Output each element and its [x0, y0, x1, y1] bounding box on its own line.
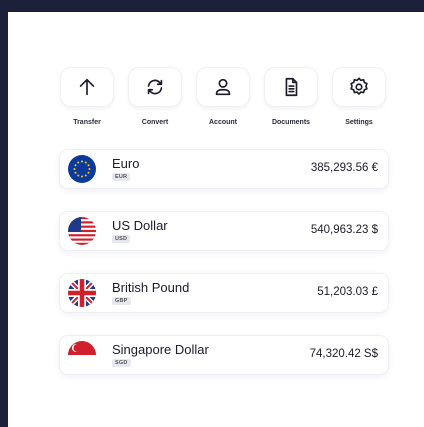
arrow-up-icon	[79, 78, 95, 96]
currency-name: Euro	[112, 156, 140, 171]
currency-code-badge: SGD	[112, 359, 131, 367]
currency-row-sgd[interactable]: Singapore Dollar SGD 74,320.42 S$	[60, 336, 388, 374]
currency-code-badge: GBP	[112, 297, 131, 305]
currency-balance: 540,963.23 $	[310, 224, 378, 236]
eu-flag-icon	[68, 155, 96, 183]
transfer-button[interactable]	[61, 68, 113, 106]
convert-icon	[147, 79, 163, 95]
currency-balance: 51,203.03 £	[317, 286, 378, 298]
settings-action[interactable]: Settings	[330, 68, 388, 138]
currency-row-gbp[interactable]: British Pound GBP 51,203.03 £	[60, 274, 388, 312]
account-button[interactable]	[197, 68, 249, 106]
documents-action[interactable]: Documents	[262, 68, 320, 138]
currency-name: British Pound	[112, 280, 190, 295]
us-flag-icon	[68, 217, 96, 245]
account-label: Account	[209, 119, 237, 126]
currency-code-badge: USD	[112, 235, 131, 243]
convert-action[interactable]: Convert	[126, 68, 184, 138]
currency-row-usd[interactable]: US Dollar USD 540,963.23 $	[60, 212, 388, 250]
currency-balance: 74,320.42 S$	[309, 348, 378, 360]
documents-button[interactable]	[265, 68, 317, 106]
quick-actions: Transfer Convert Account Documents Setti…	[58, 68, 388, 138]
sg-flag-icon	[68, 341, 96, 369]
user-icon	[215, 78, 231, 96]
currency-row-eur[interactable]: Euro EUR 385,293.56 €	[60, 150, 388, 188]
convert-label: Convert	[141, 119, 169, 126]
transfer-action[interactable]: Transfer	[58, 68, 116, 138]
currency-name: US Dollar	[112, 218, 168, 233]
currency-name: Singapore Dollar	[112, 342, 209, 357]
currency-list: Euro EUR 385,293.56 € US Dollar USD 540,…	[60, 150, 388, 398]
settings-label: Settings	[345, 119, 373, 126]
transfer-label: Transfer	[73, 119, 101, 126]
wallet-card: Transfer Convert Account Documents Setti…	[8, 12, 424, 427]
document-icon	[285, 77, 298, 97]
account-action[interactable]: Account	[194, 68, 252, 138]
gear-icon	[350, 77, 368, 95]
currency-code-badge: EUR	[112, 173, 131, 181]
currency-balance: 385,293.56 €	[310, 162, 378, 174]
uk-flag-icon	[68, 279, 96, 307]
documents-label: Documents	[271, 119, 311, 126]
settings-button[interactable]	[333, 68, 385, 106]
convert-button[interactable]	[129, 68, 181, 106]
